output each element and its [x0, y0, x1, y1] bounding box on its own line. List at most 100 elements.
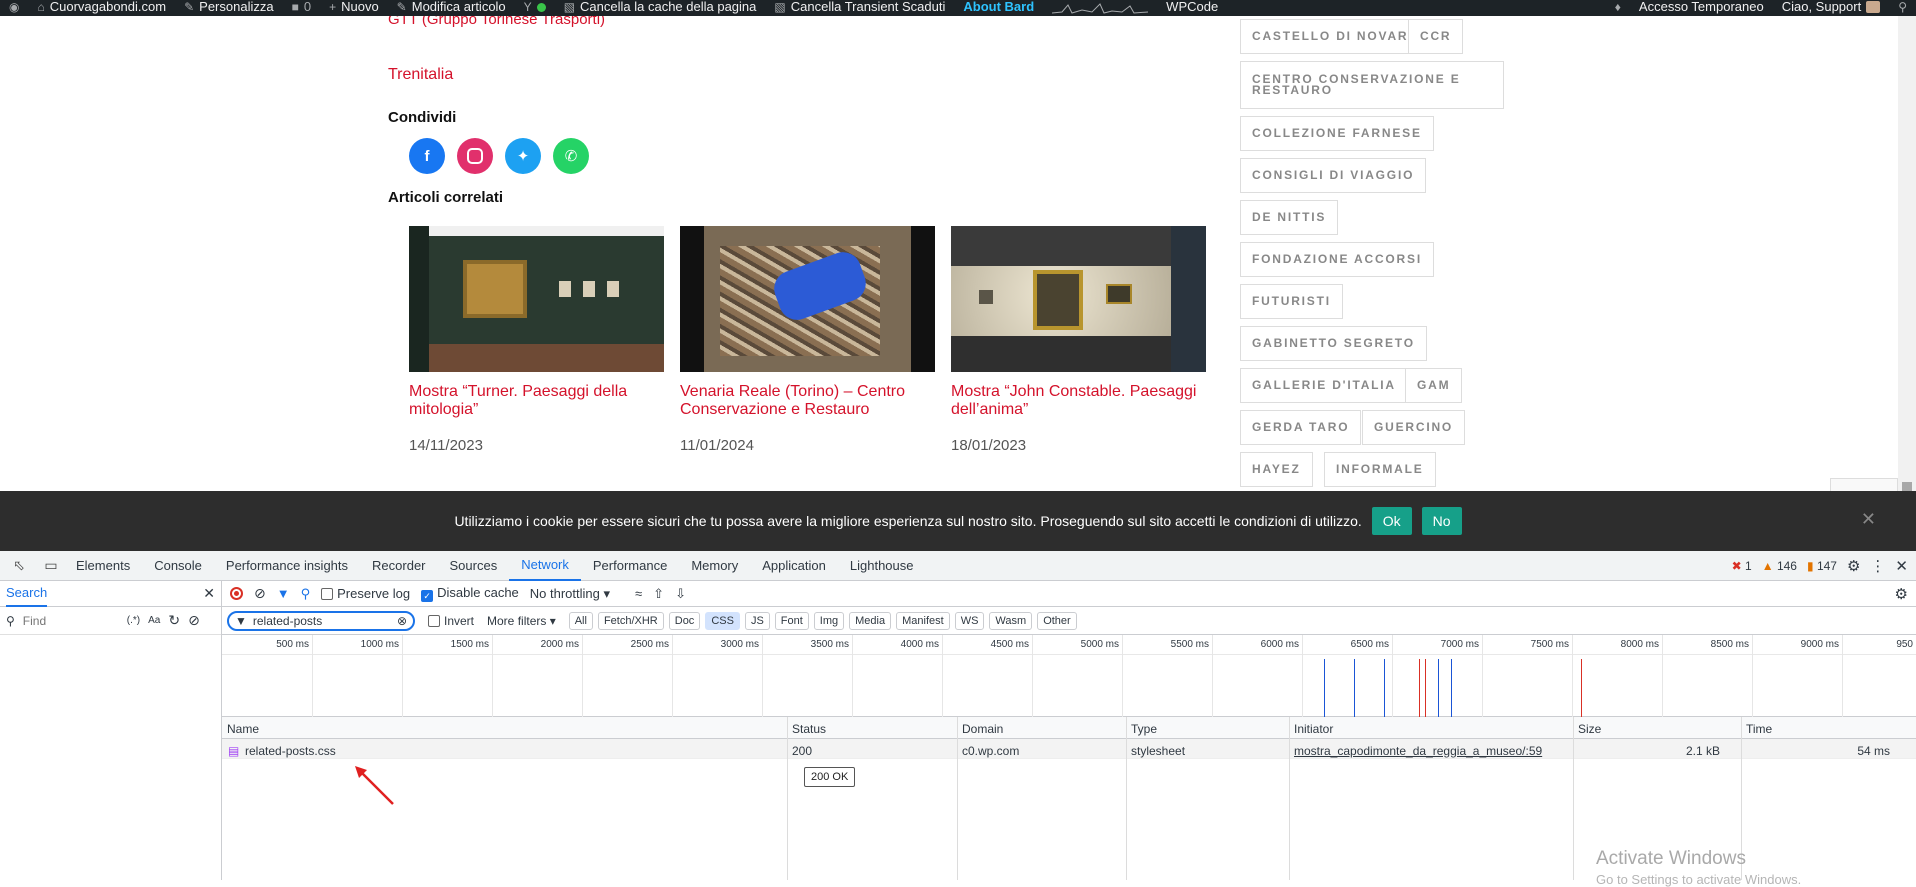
trenitalia-link[interactable]: Trenitalia — [388, 66, 453, 84]
clear-log-icon[interactable]: ⊘ — [254, 585, 266, 602]
filter-chip-media[interactable]: Media — [849, 611, 892, 630]
regex-toggle[interactable]: (.*) — [127, 615, 140, 626]
tag-link[interactable]: GAM — [1405, 368, 1463, 403]
filter-chip-all[interactable]: All — [568, 611, 593, 630]
tab-memory[interactable]: Memory — [679, 551, 750, 581]
request-name[interactable]: related-posts.css — [245, 744, 336, 758]
tab-lighthouse[interactable]: Lighthouse — [838, 551, 926, 581]
filter-input[interactable]: ▼ related-posts ⊗ — [227, 610, 415, 631]
related-image[interactable] — [409, 226, 664, 372]
clear-icon[interactable]: ⊘ — [188, 612, 200, 629]
related-title[interactable]: Mostra “John Constable. Paesaggi dell’an… — [951, 383, 1206, 419]
filter-chip-manifest[interactable]: Manifest — [896, 611, 950, 630]
instagram-icon[interactable] — [457, 138, 493, 174]
admin-clear-cache[interactable]: ▧ Cancella la cache della pagina — [555, 0, 766, 14]
admin-search[interactable]: ⚲ — [1889, 0, 1916, 14]
twitter-icon[interactable]: ✦ — [505, 138, 541, 174]
disable-cache-checkbox[interactable]: ✓ Disable cache — [421, 585, 519, 602]
related-title[interactable]: Venaria Reale (Torino) – Centro Conserva… — [680, 383, 935, 419]
tab-sources[interactable]: Sources — [438, 551, 510, 581]
filter-icon[interactable]: ▼ — [277, 586, 290, 601]
tab-application[interactable]: Application — [750, 551, 838, 581]
whatsapp-icon[interactable]: ✆ — [553, 138, 589, 174]
network-settings-icon[interactable]: ⚙ — [1895, 585, 1908, 603]
close-devtools-icon[interactable]: ✕ — [1895, 557, 1908, 575]
issues-count[interactable]: ▮ 147 — [1807, 559, 1837, 573]
related-title[interactable]: Mostra “Turner. Paesaggi della mitologia… — [409, 383, 664, 419]
filter-chip-wasm[interactable]: Wasm — [989, 611, 1033, 630]
tag-link[interactable]: DE NITTIS — [1240, 200, 1339, 235]
tag-link[interactable]: CASTELLO DI NOVARA — [1240, 19, 1431, 54]
close-search-icon[interactable]: ✕ — [203, 585, 215, 602]
search-tab[interactable]: Search — [6, 581, 48, 607]
tab-performance[interactable]: Performance — [581, 551, 679, 581]
stats-sparkline[interactable] — [1043, 0, 1157, 14]
filter-chip-doc[interactable]: Doc — [668, 611, 701, 630]
filter-chip-other[interactable]: Other — [1037, 611, 1077, 630]
cookie-no-button[interactable]: No — [1421, 507, 1462, 535]
filter-chip-js[interactable]: JS — [744, 611, 770, 630]
related-image[interactable] — [680, 226, 935, 372]
search-network-icon[interactable]: ⚲ — [301, 586, 311, 602]
preserve-log-checkbox[interactable]: Preserve log — [321, 586, 410, 601]
tag-link[interactable]: CENTRO CONSERVAZIONE E RESTAURO — [1240, 61, 1504, 109]
related-card[interactable]: Venaria Reale (Torino) – Centro Conserva… — [680, 226, 935, 454]
tab-network[interactable]: Network — [509, 551, 581, 581]
filter-chip-font[interactable]: Font — [774, 611, 809, 630]
filter-chip-fetch[interactable]: Fetch/XHR — [597, 611, 664, 630]
import-har-icon[interactable]: ⇧ — [653, 586, 664, 602]
network-timeline-overview[interactable]: 500 ms 1000 ms 1500 ms 2000 ms 2500 ms 3… — [222, 635, 1916, 719]
tag-link[interactable]: GERDA TARO — [1240, 410, 1362, 445]
col-name[interactable]: Name — [227, 722, 259, 736]
tab-console[interactable]: Console — [142, 551, 214, 581]
tag-link[interactable]: HAYEZ — [1240, 452, 1313, 487]
inspect-element-icon[interactable]: ⬁ — [0, 557, 38, 574]
tag-link[interactable]: CCR — [1408, 19, 1464, 54]
tab-performance-insights[interactable]: Performance insights — [214, 551, 360, 581]
related-image[interactable] — [951, 226, 1206, 372]
admin-wpcode[interactable]: WPCode — [1157, 0, 1227, 14]
issue-counters[interactable]: ✖ 1 ▲ 146 ▮ 147 ⚙ ⋮ ✕ — [1732, 557, 1916, 575]
clear-filter-icon[interactable]: ⊗ — [397, 614, 407, 628]
more-filters-dropdown[interactable]: More filters ▾ — [487, 614, 556, 628]
admin-temp-access[interactable]: Accesso Temporaneo — [1630, 0, 1773, 14]
tab-recorder[interactable]: Recorder — [360, 551, 437, 581]
col-domain[interactable]: Domain — [962, 722, 1003, 736]
tag-link[interactable]: INFORMALE — [1324, 452, 1436, 487]
more-menu-icon[interactable]: ⋮ — [1870, 557, 1885, 575]
invert-checkbox[interactable]: Invert — [428, 614, 474, 628]
search-input[interactable] — [22, 613, 119, 628]
device-toolbar-icon[interactable]: ▭ — [38, 557, 64, 574]
tag-link[interactable]: FONDAZIONE ACCORSI — [1240, 242, 1434, 277]
page-scrollbar[interactable] — [1898, 16, 1916, 551]
tag-link[interactable]: GUERCINO — [1362, 410, 1466, 445]
col-initiator[interactable]: Initiator — [1294, 722, 1333, 736]
cookie-ok-button[interactable]: Ok — [1371, 507, 1412, 535]
throttling-select[interactable]: No throttling ▾ — [530, 586, 610, 602]
filter-chip-img[interactable]: Img — [813, 611, 845, 630]
tab-elements[interactable]: Elements — [64, 551, 142, 581]
table-row[interactable]: ▤ related-posts.css 200 c0.wp.com styles… — [222, 739, 1916, 759]
tag-link[interactable]: GABINETTO SEGRETO — [1240, 326, 1427, 361]
tag-link[interactable]: FUTURISTI — [1240, 284, 1343, 319]
wp-logo[interactable]: ◉ — [0, 0, 28, 14]
col-type[interactable]: Type — [1131, 722, 1157, 736]
network-conditions-icon[interactable]: ≈ — [635, 586, 642, 601]
export-har-icon[interactable]: ⇩ — [675, 586, 686, 602]
admin-site-link[interactable]: ⌂ Cuorvagabondi.com — [28, 0, 175, 14]
related-card[interactable]: Mostra “John Constable. Paesaggi dell’an… — [951, 226, 1206, 454]
tag-link[interactable]: COLLEZIONE FARNESE — [1240, 116, 1434, 151]
error-count[interactable]: ✖ 1 — [1732, 559, 1752, 573]
admin-about-bard[interactable]: About Bard — [954, 0, 1043, 14]
col-status[interactable]: Status — [792, 722, 826, 736]
filter-chip-css[interactable]: CSS — [705, 611, 740, 630]
facebook-icon[interactable]: f — [409, 138, 445, 174]
tag-link[interactable]: CONSIGLI DI VIAGGIO — [1240, 158, 1427, 193]
admin-comments-link[interactable]: ■ 0 — [283, 0, 320, 14]
gtt-link[interactable]: GTT (Gruppo Torinese Trasporti) — [388, 16, 605, 28]
related-card[interactable]: Mostra “Turner. Paesaggi della mitologia… — [409, 226, 664, 454]
admin-new-link[interactable]: + Nuovo — [320, 0, 388, 14]
filter-chip-ws[interactable]: WS — [954, 611, 985, 630]
warning-count[interactable]: ▲ 146 — [1762, 559, 1797, 573]
yoast-menu[interactable]: Y — [515, 0, 555, 14]
